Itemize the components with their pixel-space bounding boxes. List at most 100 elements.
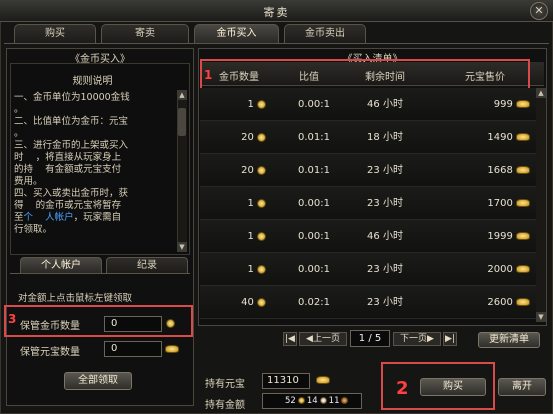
held-money-field: 52 14 11 <box>262 393 362 409</box>
yuanbao-icon <box>516 199 530 207</box>
order-row[interactable]: 1 0.00:1 23 小时 2000 <box>200 253 544 286</box>
rules-text: 一、金币单位为10000金钱 。 二、比值单位为金币：元宝 。 三、进行金币的上… <box>14 92 169 236</box>
row-price: 1700 <box>487 198 513 209</box>
gold-coin-icon <box>257 198 266 208</box>
row-price: 999 <box>493 99 513 110</box>
marker-2: 2 <box>396 378 409 399</box>
claim-all-button[interactable]: 全部领取 <box>64 372 132 390</box>
row-qty: 40 <box>241 297 254 308</box>
row-time: 23 小时 <box>367 198 403 209</box>
gold-coin-icon <box>257 264 266 274</box>
yuanbao-icon <box>165 344 179 355</box>
row-ratio: 0.02:1 <box>298 297 330 308</box>
yuanbao-icon <box>516 166 530 174</box>
subtab-account[interactable]: 个人帐户 <box>20 257 102 273</box>
first-page-button[interactable]: |◀ <box>283 332 297 346</box>
row-time: 46 小时 <box>367 99 403 110</box>
yuanbao-icon <box>516 133 530 141</box>
gold-coin-icon <box>257 99 266 109</box>
silver-coin-icon <box>319 397 327 404</box>
window-title: 寄卖 <box>263 6 290 19</box>
held-money-label: 持有金额 <box>205 400 245 411</box>
order-row[interactable]: 40 0.02:1 23 小时 2600 <box>200 286 544 319</box>
yuanbao-icon <box>516 100 530 108</box>
tab-divider <box>4 43 549 44</box>
personal-account-link[interactable]: 个 人帐户 <box>24 212 74 223</box>
claim-hint: 对金额上点击鼠标左键领取 <box>18 293 133 304</box>
gold-amount-field[interactable]: 0 <box>104 316 162 332</box>
gold-coin-small-icon <box>297 397 305 404</box>
subtab-divider <box>10 273 190 274</box>
gold-coin-icon <box>166 318 175 329</box>
row-ratio: 0.00:1 <box>298 264 330 275</box>
col-ratio[interactable]: 比值 <box>284 68 334 83</box>
page-separator: / <box>368 333 372 344</box>
held-yb-label: 持有元宝 <box>205 379 245 390</box>
yuanbao-icon <box>516 232 530 240</box>
marker-3: 3 <box>8 312 17 326</box>
row-time: 23 小时 <box>367 264 403 275</box>
rules-title: 规则说明 <box>72 76 113 87</box>
yuanbao-icon <box>516 265 530 273</box>
gold-coin-icon <box>257 165 266 175</box>
yb-label: 保管元宝数量 <box>20 347 80 358</box>
copper-coin-icon <box>341 397 349 404</box>
buy-button[interactable]: 购买 <box>420 378 486 396</box>
refresh-list-button[interactable]: 更新清单 <box>478 332 540 348</box>
held-yb-icon <box>316 375 330 386</box>
gold-coin-icon <box>257 132 266 142</box>
tab-consign[interactable]: 寄卖 <box>101 24 189 43</box>
col-gold-qty[interactable]: 金币数量 <box>212 68 266 83</box>
subtab-records[interactable]: 纪录 <box>106 257 188 273</box>
order-row[interactable]: 20 0.01:1 18 小时 1490 <box>200 121 544 154</box>
yb-amount-field[interactable]: 0 <box>104 341 162 357</box>
gold-label: 保管金币数量 <box>20 321 80 332</box>
scroll-up-icon[interactable]: ▲ <box>177 90 187 100</box>
last-page-button[interactable]: ▶| <box>443 332 457 346</box>
row-qty: 1 <box>247 231 254 242</box>
row-ratio: 0.01:1 <box>298 132 330 143</box>
list-scroll-up-icon[interactable]: ▲ <box>536 88 546 98</box>
row-price: 2600 <box>487 297 513 308</box>
page-indicator[interactable]: 1 / 5 <box>350 330 390 347</box>
order-row[interactable]: 1 0.00:1 46 小时 1999 <box>200 220 544 253</box>
order-row[interactable]: 1 0.00:1 46 小时 999 <box>200 88 544 121</box>
held-yb-field: 11310 <box>262 373 310 389</box>
prev-page-button[interactable]: ◀上一页 <box>299 332 347 346</box>
total-pages: 5 <box>374 333 382 344</box>
leave-button[interactable]: 离开 <box>498 378 546 396</box>
list-scroll-down-icon[interactable]: ▼ <box>536 312 546 322</box>
gold-coin-icon <box>257 297 266 307</box>
col-yb-price[interactable]: 元宝售价 <box>455 68 515 83</box>
money-copper: 11 <box>328 396 340 406</box>
current-page: 1 <box>358 333 366 344</box>
row-time: 18 小时 <box>367 132 403 143</box>
yuanbao-icon <box>516 298 530 306</box>
tab-gold-buy[interactable]: 金币买入 <box>194 24 279 43</box>
tab-gold-sell[interactable]: 金币卖出 <box>284 24 366 43</box>
row-qty: 1 <box>247 99 254 110</box>
row-price: 1999 <box>487 231 513 242</box>
col-time-left[interactable]: 剩余时间 <box>355 68 415 83</box>
row-price: 1668 <box>487 165 513 176</box>
row-ratio: 0.01:1 <box>298 165 330 176</box>
row-qty: 1 <box>247 264 254 275</box>
row-qty: 20 <box>241 132 254 143</box>
row-time: 46 小时 <box>367 231 403 242</box>
tab-buy[interactable]: 购买 <box>14 24 96 43</box>
scroll-thumb[interactable] <box>178 108 186 136</box>
money-silver: 14 <box>306 396 318 406</box>
row-ratio: 0.00:1 <box>298 198 330 209</box>
row-qty: 1 <box>247 198 254 209</box>
row-time: 23 小时 <box>367 165 403 176</box>
money-gold: 52 <box>285 396 296 406</box>
order-row[interactable]: 20 0.01:1 23 小时 1668 <box>200 154 544 187</box>
scroll-down-icon[interactable]: ▼ <box>177 242 187 252</box>
row-ratio: 0.00:1 <box>298 99 330 110</box>
row-ratio: 0.00:1 <box>298 231 330 242</box>
close-icon[interactable]: ✕ <box>530 2 548 20</box>
order-row[interactable]: 1 0.00:1 23 小时 1700 <box>200 187 544 220</box>
next-page-button[interactable]: 下一页▶ <box>393 332 441 346</box>
list-scrollbar[interactable] <box>536 88 546 320</box>
row-price: 2000 <box>487 264 513 275</box>
